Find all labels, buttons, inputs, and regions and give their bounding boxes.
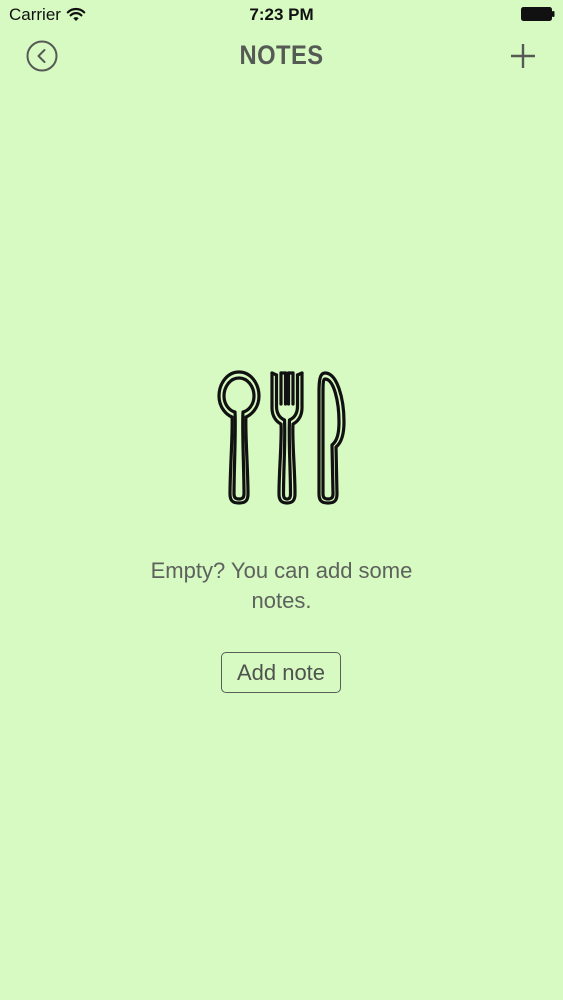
page-title: NOTES — [239, 40, 324, 70]
spoon-icon — [217, 370, 261, 505]
knife-icon — [317, 371, 346, 505]
battery-full-icon — [521, 7, 555, 21]
nav-bar: NOTES — [0, 30, 563, 82]
cutlery-icon — [217, 370, 346, 505]
fork-icon — [270, 371, 304, 505]
add-button[interactable] — [510, 43, 536, 69]
add-note-button[interactable]: Add note — [221, 652, 341, 693]
empty-message: Empty? You can add some notes. — [150, 558, 413, 613]
status-bar: Carrier 7:23 PM — [0, 0, 563, 30]
status-time: 7:23 PM — [249, 5, 314, 24]
